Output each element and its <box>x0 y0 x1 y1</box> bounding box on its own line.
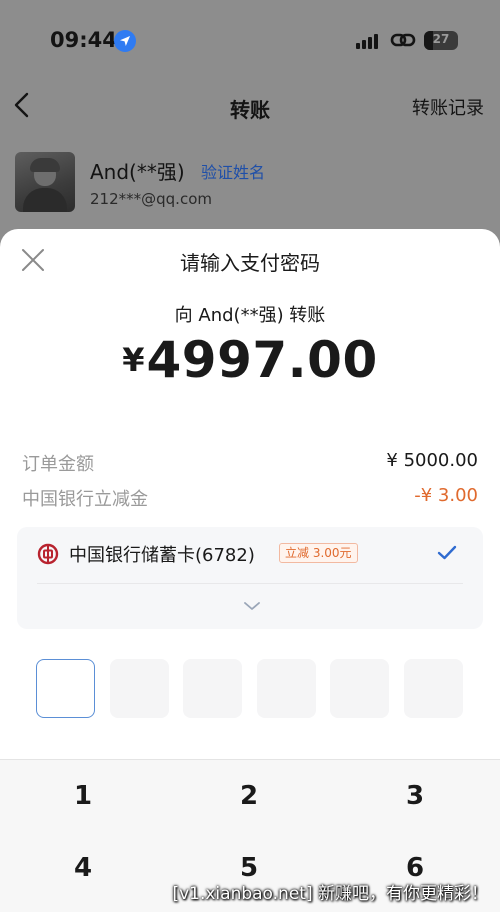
card-name: 中国银行储蓄卡(6782) <box>69 545 255 566</box>
transfer-amount: ¥4997.00 <box>0 331 500 389</box>
pin-box[interactable] <box>110 659 169 718</box>
battery-icon: 27 <box>424 31 458 50</box>
key-2[interactable]: 2 <box>166 760 332 832</box>
status-bar: 09:44 27 <box>0 0 500 80</box>
avatar <box>15 152 75 212</box>
transfer-history-link[interactable]: 转账记录 <box>412 94 484 120</box>
personal-hotspot-icon <box>390 31 416 53</box>
bank-of-china-logo-icon <box>37 543 59 569</box>
location-arrow-icon <box>114 30 136 52</box>
amount-value: 4997.00 <box>146 331 378 389</box>
key-3[interactable]: 3 <box>332 760 498 832</box>
status-time: 09:44 <box>50 28 117 52</box>
divider <box>37 583 463 584</box>
nav-bar: 转账 转账记录 <box>0 82 500 128</box>
battery-level: 27 <box>432 32 450 46</box>
order-amount-value: ¥ 5000.00 <box>386 450 478 471</box>
order-amount-row: 订单金额 ¥ 5000.00 <box>22 450 478 478</box>
pin-box[interactable] <box>404 659 463 718</box>
discount-label: 中国银行立减金 <box>22 489 148 510</box>
pin-box[interactable] <box>36 659 95 718</box>
recipient-name: And(**强) <box>90 160 185 184</box>
chevron-down-icon[interactable] <box>243 597 261 616</box>
key-1[interactable]: 1 <box>0 760 166 832</box>
promo-badge: 立减 3.00元 <box>279 543 358 563</box>
currency-symbol: ¥ <box>122 341 145 379</box>
recipient-card: And(**强) 验证姓名 212***@qq.com <box>15 152 485 216</box>
recipient-account: 212***@qq.com <box>90 190 212 208</box>
screen: 09:44 27 转账 转账记录 And(**强) 验证姓名 212***@qq… <box>0 0 500 912</box>
payment-password-sheet: 请输入支付密码 向 And(**强) 转账 ¥4997.00 订单金额 ¥ 50… <box>0 229 500 912</box>
payment-method-card[interactable]: 中国银行储蓄卡(6782) 立减 3.00元 <box>17 527 483 629</box>
pin-box[interactable] <box>330 659 389 718</box>
verify-name-link[interactable]: 验证姓名 <box>201 159 265 183</box>
order-amount-label: 订单金额 <box>22 454 94 475</box>
key-4[interactable]: 4 <box>0 832 166 904</box>
transfer-to-line: 向 And(**强) 转账 <box>174 305 326 326</box>
discount-value: -¥ 3.00 <box>414 485 478 506</box>
watermark-text: [v1.xianbao.net] 新赚吧，有你更精彩！ <box>172 884 488 904</box>
password-input[interactable] <box>36 659 466 719</box>
pin-box[interactable] <box>257 659 316 718</box>
sheet-title: 请输入支付密码 <box>180 251 320 275</box>
cellular-signal-icon <box>356 33 382 49</box>
pin-box[interactable] <box>183 659 242 718</box>
check-icon <box>437 545 457 565</box>
discount-row: 中国银行立减金 -¥ 3.00 <box>22 485 478 513</box>
